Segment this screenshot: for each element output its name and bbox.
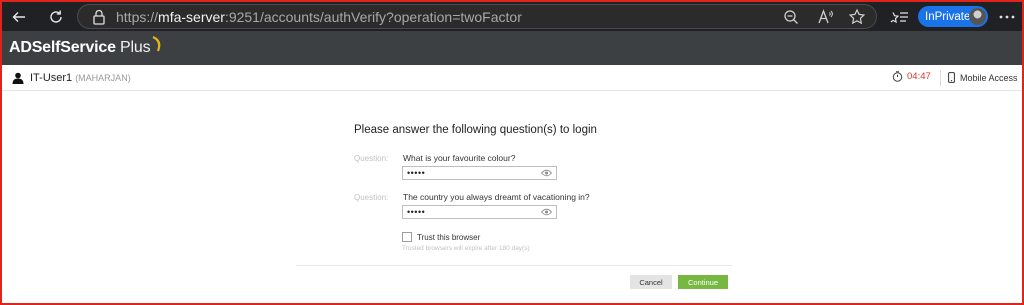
refresh-icon — [50, 10, 62, 23]
screen-frame: https://mfa-server:9251/accounts/authVer… — [0, 0, 1024, 305]
favorites-icon[interactable] — [890, 7, 910, 27]
page-title: Please answer the following question(s) … — [354, 124, 597, 136]
answer-field-2[interactable]: ••••• — [402, 205, 557, 219]
profile-avatar[interactable] — [969, 8, 986, 25]
timer-value: 04:47 — [907, 71, 931, 82]
app-logo[interactable]: ADSelfService Plus — [9, 39, 151, 57]
more-menu-icon[interactable] — [997, 7, 1017, 27]
session-timer: 04:47 — [892, 71, 931, 82]
inprivate-badge[interactable]: InPrivate — [918, 6, 988, 27]
trust-browser-note: Trusted browsers will expire after 180 d… — [402, 245, 530, 252]
url-path: :9251/accounts/authVerify?operation=twoF… — [224, 8, 522, 25]
lock-icon[interactable] — [90, 8, 108, 26]
mobile-phone-icon — [948, 72, 955, 83]
logo-swoosh-icon — [152, 36, 161, 52]
user-domain: (MAHARJAN) — [75, 72, 131, 83]
show-password-eye-icon[interactable] — [541, 169, 552, 177]
back-button[interactable] — [4, 2, 34, 31]
refresh-button[interactable] — [41, 2, 71, 31]
question-text-1: What is your favourite colour? — [403, 153, 516, 163]
logo-main-text: ADSelfService — [9, 39, 116, 56]
mobile-access-label: Mobile Access — [960, 72, 1018, 83]
mobile-access-link[interactable]: Mobile Access — [948, 72, 1018, 83]
question-text-2: The country you always dreamt of vacatio… — [403, 192, 590, 202]
trust-browser-label[interactable]: Trust this browser — [417, 233, 480, 242]
favorite-star-icon[interactable] — [848, 8, 866, 26]
app-header: ADSelfService Plus — [2, 31, 1022, 65]
answer-value-1: ••••• — [407, 168, 426, 178]
user-name: IT-User1 — [30, 71, 73, 84]
header-divider — [940, 70, 941, 86]
url-prefix: https:// — [116, 8, 159, 25]
trust-browser-checkbox[interactable] — [402, 232, 412, 242]
question-label-2: Question: — [354, 193, 389, 202]
answer-field-1[interactable]: ••••• — [402, 166, 557, 180]
show-password-eye-icon[interactable] — [541, 208, 552, 216]
inprivate-label: InPrivate — [925, 10, 971, 23]
question-label-1: Question: — [354, 154, 389, 163]
url-text[interactable]: https://mfa-server:9251/accounts/authVer… — [116, 9, 522, 25]
url-host: mfa-server — [158, 8, 225, 25]
back-arrow-icon — [12, 11, 25, 22]
address-bar[interactable]: https://mfa-server:9251/accounts/authVer… — [77, 4, 877, 29]
cancel-button[interactable]: Cancel — [630, 275, 672, 289]
continue-button[interactable]: Continue — [678, 275, 728, 289]
stopwatch-icon — [892, 71, 903, 82]
user-icon — [12, 72, 24, 84]
zoom-out-icon[interactable] — [782, 8, 800, 26]
read-aloud-icon[interactable] — [816, 8, 834, 26]
form-divider — [296, 265, 732, 266]
answer-value-2: ••••• — [407, 207, 426, 217]
user-bar: IT-User1 (MAHARJAN) — [2, 65, 1022, 91]
logo-plus-text: Plus — [115, 39, 151, 56]
